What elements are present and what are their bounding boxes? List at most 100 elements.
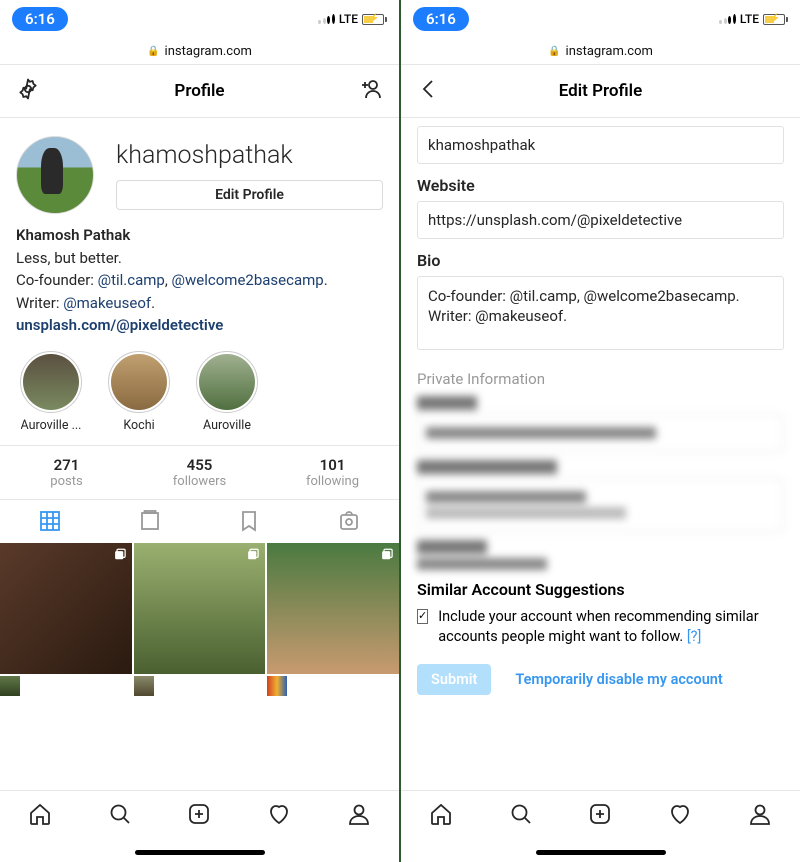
nav-activity[interactable]: [267, 802, 291, 830]
bio: Khamosh Pathak Less, but better. Co-foun…: [0, 224, 399, 351]
grid-icon: [38, 509, 62, 533]
tab-saved[interactable]: [200, 500, 300, 543]
post-thumb[interactable]: [134, 543, 266, 675]
feed-tabs: [0, 499, 399, 543]
url-text: instagram.com: [165, 44, 252, 59]
home-indicator: [135, 850, 265, 855]
add-user-icon: [359, 77, 383, 101]
home-icon: [28, 802, 52, 826]
nav-create[interactable]: [588, 802, 612, 830]
submit-button[interactable]: Submit: [417, 664, 491, 695]
bookmark-icon: [237, 509, 261, 533]
post-thumb[interactable]: [267, 676, 287, 696]
include-account-checkbox[interactable]: ✓: [417, 609, 428, 624]
profile-icon: [347, 802, 371, 826]
battery-icon: ⚡: [763, 14, 788, 25]
stat-followers[interactable]: 455followers: [133, 446, 266, 499]
edit-form: Website Bio Co-founder: @til.camp, @welc…: [401, 118, 800, 703]
tagged-icon: [337, 509, 361, 533]
profile-icon: [748, 802, 772, 826]
username: khamoshpathak: [116, 141, 383, 170]
header-title: Profile: [174, 81, 224, 101]
tab-tagged[interactable]: [299, 500, 399, 543]
home-indicator: [536, 850, 666, 855]
nav-search[interactable]: [108, 802, 132, 830]
similar-suggestions-text: Include your account when recommending s…: [438, 607, 784, 646]
heart-icon: [267, 802, 291, 826]
bio-line: Writer: @makeuseof.: [16, 292, 383, 315]
username-input[interactable]: [417, 126, 784, 164]
discover-people-button[interactable]: [359, 77, 383, 105]
tab-feed[interactable]: [100, 500, 200, 543]
avatar[interactable]: [16, 136, 94, 214]
nav-header: Profile: [0, 64, 399, 118]
highlight-item[interactable]: Auroville: [192, 351, 262, 433]
nav-activity[interactable]: [668, 802, 692, 830]
stat-following[interactable]: 101following: [266, 446, 399, 499]
status-bar: 6:16 LTE ⚡: [401, 0, 800, 38]
post-thumb[interactable]: [0, 676, 20, 696]
url-bar[interactable]: 🔒 instagram.com: [0, 38, 399, 64]
bio-line: Co-founder: @til.camp, @welcome2basecamp…: [16, 269, 383, 292]
url-text: instagram.com: [566, 44, 653, 59]
post-thumb[interactable]: [134, 676, 154, 696]
carousel-icon: [245, 548, 260, 563]
profile-top: khamoshpathak Edit Profile: [0, 118, 399, 224]
status-right: LTE ⚡: [318, 12, 387, 26]
highlight-item[interactable]: Kochi: [104, 351, 174, 433]
form-actions: Submit Temporarily disable my account: [417, 664, 784, 695]
mention-link[interactable]: @til.camp: [98, 271, 165, 289]
search-icon: [108, 802, 132, 826]
status-right: LTE ⚡: [719, 12, 788, 26]
highlight-item[interactable]: Auroville ...: [16, 351, 86, 433]
tab-grid[interactable]: [0, 500, 100, 543]
signal-icon: [318, 14, 335, 24]
search-icon: [509, 802, 533, 826]
help-link[interactable]: [?]: [687, 628, 702, 645]
status-time: 6:16: [413, 7, 469, 31]
similar-suggestions-heading: Similar Account Suggestions: [417, 580, 784, 599]
nav-profile[interactable]: [347, 802, 371, 830]
mention-link[interactable]: @welcome2basecamp: [172, 271, 324, 289]
display-name: Khamosh Pathak: [16, 224, 383, 247]
nav-home[interactable]: [429, 802, 453, 830]
post-grid: [0, 543, 399, 697]
bottom-nav: [0, 790, 399, 862]
feed-icon: [138, 509, 162, 533]
stat-posts[interactable]: 271posts: [0, 446, 133, 499]
header-title: Edit Profile: [559, 81, 642, 101]
mention-link[interactable]: @makeuseof: [63, 294, 151, 312]
website-link[interactable]: unsplash.com/@pixeldetective: [16, 314, 383, 337]
back-button[interactable]: [417, 77, 441, 105]
edit-profile-button[interactable]: Edit Profile: [116, 180, 383, 210]
bio-line: Less, but better.: [16, 247, 383, 270]
settings-button[interactable]: [16, 77, 40, 105]
nav-profile[interactable]: [748, 802, 772, 830]
url-bar[interactable]: 🔒 instagram.com: [401, 38, 800, 64]
private-blurred-section: [417, 396, 784, 570]
nav-search[interactable]: [509, 802, 533, 830]
website-input[interactable]: [417, 201, 784, 239]
carousel-icon: [379, 548, 394, 563]
stats-row: 271posts 455followers 101following: [0, 445, 399, 499]
bio-input[interactable]: Co-founder: @til.camp, @welcome2basecamp…: [417, 276, 784, 350]
battery-icon: ⚡: [362, 14, 387, 25]
private-info-heading: Private Information: [417, 370, 784, 388]
plus-square-icon: [187, 802, 211, 826]
nav-create[interactable]: [187, 802, 211, 830]
gear-icon: [16, 77, 40, 101]
post-thumb[interactable]: [267, 543, 399, 675]
post-thumb[interactable]: [0, 543, 132, 675]
nav-header: Edit Profile: [401, 64, 800, 118]
chevron-left-icon: [417, 77, 441, 101]
signal-icon: [719, 14, 736, 24]
home-icon: [429, 802, 453, 826]
highlights: Auroville ... Kochi Auroville: [0, 351, 399, 445]
nav-home[interactable]: [28, 802, 52, 830]
disable-account-link[interactable]: Temporarily disable my account: [515, 671, 722, 688]
bio-label: Bio: [417, 251, 784, 270]
lock-icon: 🔒: [548, 46, 560, 57]
carousel-icon: [112, 548, 127, 563]
website-label: Website: [417, 176, 784, 195]
status-bar: 6:16 LTE ⚡: [0, 0, 399, 38]
